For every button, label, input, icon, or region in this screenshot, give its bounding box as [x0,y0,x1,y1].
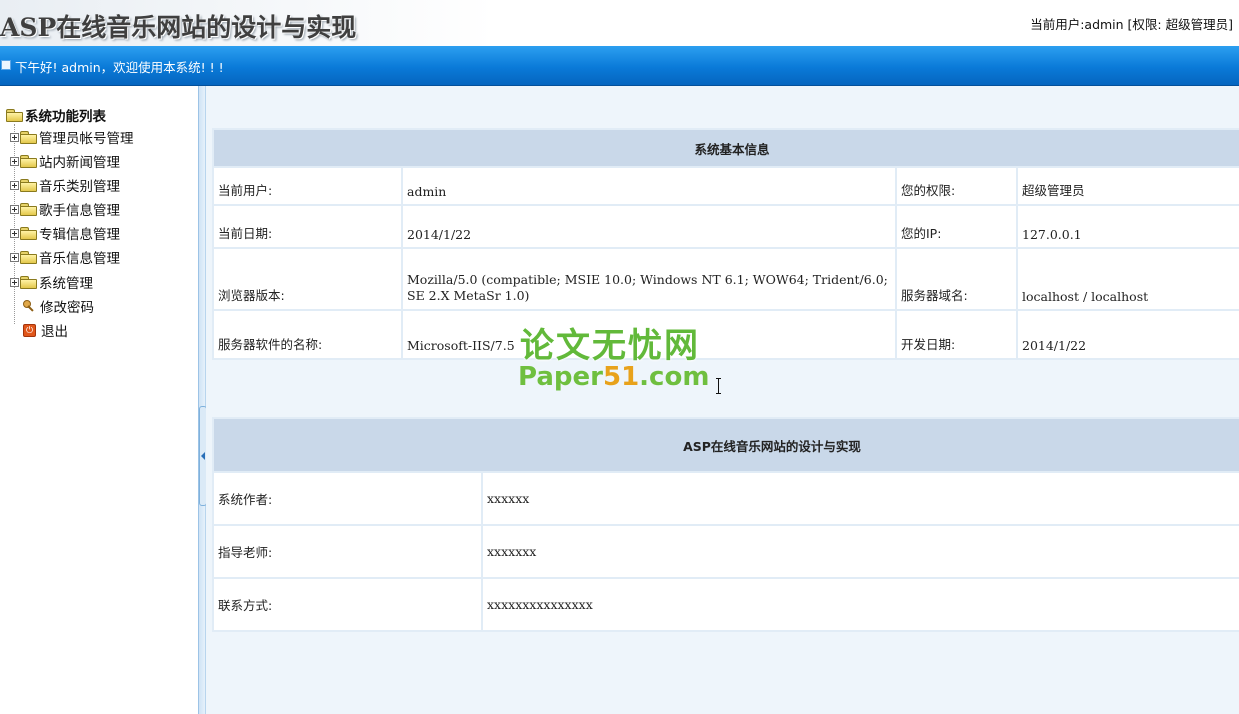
top-bar: 下午好! admin，欢迎使用本系统! ! ! [0,46,1239,86]
info-label: 当前用户: [212,166,403,206]
folder-icon [20,155,37,168]
expand-plus-icon[interactable] [10,180,19,190]
project-info-heading: ASP在线音乐网站的设计与实现 [212,417,1239,473]
sidebar-item-label: 音乐类别管理 [39,179,120,195]
square-bullet-icon [1,60,11,70]
table-row: 联系方式: xxxxxxxxxxxxxxx [212,577,1239,632]
header: ASP在线音乐网站的设计与实现 当前用户:admin [权限: 超级管理员] [0,0,1239,46]
folder-icon [20,227,37,240]
info-label: 服务器软件的名称: [212,309,403,360]
sidebar-item-label: 站内新闻管理 [39,155,120,171]
table-row: 浏览器版本: Mozilla/5.0 (compatible; MSIE 10.… [212,247,1239,311]
info-label: 联系方式: [212,577,483,632]
info-value: xxxxxxx [481,524,1239,579]
info-value: xxxxxxxxxxxxxxx [481,577,1239,632]
info-value: localhost / localhost [1016,247,1239,311]
sidebar-item-music-info[interactable]: 音乐信息管理 [10,247,120,267]
info-label: 开发日期: [895,309,1018,360]
system-info-heading: 系统基本信息 [212,128,1239,168]
info-label: 您的IP: [895,204,1018,249]
project-info-table: ASP在线音乐网站的设计与实现 系统作者: xxxxxx 指导老师: xxxxx… [212,417,1239,632]
expand-plus-icon[interactable] [10,252,19,262]
greeting-text: 下午好! admin，欢迎使用本系统! ! ! [15,60,224,75]
key-icon [22,299,36,313]
sidebar-item-label: 修改密码 [40,300,94,316]
info-label: 系统作者: [212,471,483,526]
info-label: 您的权限: [895,166,1018,206]
folder-icon [20,131,37,144]
info-value: Mozilla/5.0 (compatible; MSIE 10.0; Wind… [401,247,897,311]
folder-icon [20,276,37,289]
sidebar-splitter[interactable] [198,86,207,714]
expand-plus-icon[interactable] [10,156,19,166]
sidebar-item-music-categories[interactable]: 音乐类别管理 [10,175,120,195]
info-value: 2014/1/22 [401,204,897,249]
info-value: xxxxxx [481,471,1239,526]
info-label: 指导老师: [212,524,483,579]
table-row: 服务器软件的名称: Microsoft-IIS/7.5 开发日期: 2014/1… [212,309,1239,360]
sidebar-item-news[interactable]: 站内新闻管理 [10,151,120,171]
main-content: 系统基本信息 当前用户: admin 您的权限: 超级管理员 当前日期: 201… [206,86,1239,714]
table-row: 当前日期: 2014/1/22 您的IP: 127.0.0.1 [212,204,1239,249]
expand-plus-icon[interactable] [10,132,19,142]
menu-root[interactable]: 系统功能列表 [6,105,106,125]
sidebar-item-label: 歌手信息管理 [39,203,120,219]
table-row: 当前用户: admin 您的权限: 超级管理员 [212,166,1239,206]
folder-icon [20,179,37,192]
info-label: 浏览器版本: [212,247,403,311]
menu-root-label: 系统功能列表 [25,109,106,125]
open-folder-icon [6,109,23,122]
info-value: 127.0.0.1 [1016,204,1239,249]
sidebar-item-label: 专辑信息管理 [39,227,120,243]
sidebar-item-label: 退出 [41,324,68,340]
expand-plus-icon[interactable] [10,204,19,214]
sidebar-item-label: 音乐信息管理 [39,251,120,267]
info-value: admin [401,166,897,206]
info-value: 2014/1/22 [1016,309,1239,360]
sidebar-item-change-password[interactable]: 修改密码 [22,296,94,316]
folder-icon [20,251,37,264]
sidebar-item-admin-accounts[interactable]: 管理员帐号管理 [10,127,134,147]
sidebar-item-system[interactable]: 系统管理 [10,272,93,292]
sidebar-item-label: 系统管理 [39,276,93,292]
sidebar-item-singers[interactable]: 歌手信息管理 [10,199,120,219]
text-cursor-icon [716,378,721,394]
info-value: Microsoft-IIS/7.5 [401,309,897,360]
sidebar-item-label: 管理员帐号管理 [39,131,134,147]
current-user-info: 当前用户:admin [权限: 超级管理员] [1030,17,1233,32]
info-label: 当前日期: [212,204,403,249]
table-row: 系统作者: xxxxxx [212,471,1239,526]
sidebar-item-logout[interactable]: ⏻ 退出 [23,320,68,340]
sidebar-menu: 系统功能列表 管理员帐号管理 站内新闻管理 音乐类别管理 歌手信息管理 专辑信息… [0,86,198,714]
sidebar-item-albums[interactable]: 专辑信息管理 [10,223,120,243]
site-title: ASP在线音乐网站的设计与实现 [0,13,357,42]
info-value: 超级管理员 [1016,166,1239,206]
expand-plus-icon[interactable] [10,228,19,238]
exit-icon: ⏻ [23,323,36,337]
info-label: 服务器域名: [895,247,1018,311]
expand-plus-icon[interactable] [10,277,19,287]
system-info-table: 系统基本信息 当前用户: admin 您的权限: 超级管理员 当前日期: 201… [212,128,1239,360]
table-row: 指导老师: xxxxxxx [212,524,1239,579]
folder-icon [20,203,37,216]
